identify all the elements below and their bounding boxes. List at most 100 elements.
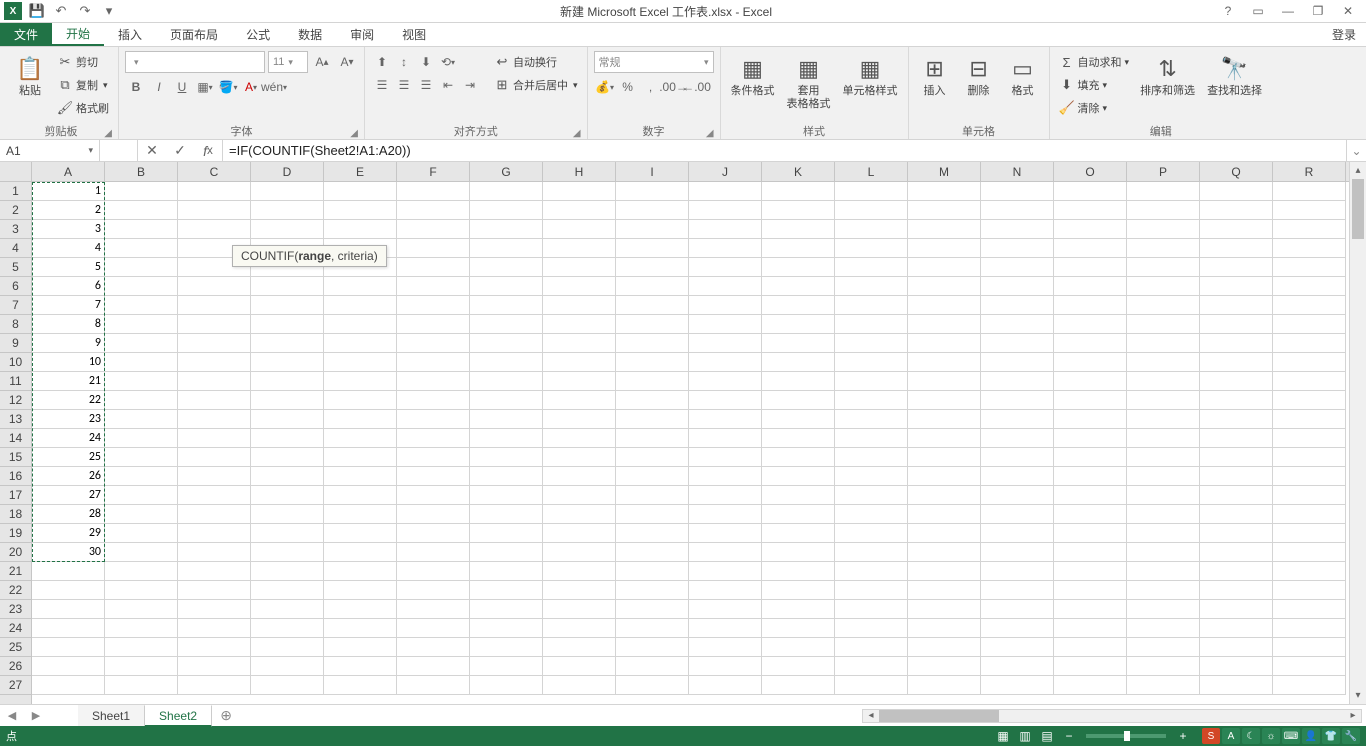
restore-button[interactable]: ❐: [1304, 1, 1332, 21]
cell[interactable]: [32, 581, 105, 600]
cell[interactable]: [105, 429, 178, 448]
cell[interactable]: [1200, 657, 1273, 676]
row-header[interactable]: 4: [0, 239, 31, 258]
cell[interactable]: [105, 239, 178, 258]
cell[interactable]: [397, 524, 470, 543]
cell[interactable]: [835, 505, 908, 524]
cell[interactable]: [470, 676, 543, 695]
ime-chip[interactable]: ☼: [1262, 728, 1280, 744]
column-header-L[interactable]: L: [835, 162, 908, 181]
cell[interactable]: [762, 543, 835, 562]
cell[interactable]: [32, 600, 105, 619]
cell[interactable]: [908, 505, 981, 524]
cell[interactable]: [762, 239, 835, 258]
cell[interactable]: [1200, 676, 1273, 695]
cell[interactable]: [762, 334, 835, 353]
cell[interactable]: [105, 220, 178, 239]
cell[interactable]: [908, 581, 981, 600]
column-header-A[interactable]: A: [32, 162, 105, 181]
cell[interactable]: [251, 505, 324, 524]
cell[interactable]: [397, 581, 470, 600]
cell[interactable]: [543, 239, 616, 258]
cell[interactable]: [251, 448, 324, 467]
cell[interactable]: [1127, 543, 1200, 562]
cell[interactable]: [762, 410, 835, 429]
sheet-nav-next[interactable]: ▶: [24, 705, 48, 726]
cell[interactable]: [1054, 372, 1127, 391]
cell[interactable]: [470, 600, 543, 619]
cell[interactable]: [324, 467, 397, 486]
row-header[interactable]: 15: [0, 448, 31, 467]
cell[interactable]: [105, 353, 178, 372]
cell[interactable]: [835, 562, 908, 581]
cell[interactable]: [1127, 353, 1200, 372]
cell[interactable]: [470, 201, 543, 220]
cell[interactable]: [981, 410, 1054, 429]
cell[interactable]: [1200, 619, 1273, 638]
cell[interactable]: [981, 334, 1054, 353]
cell[interactable]: 7: [32, 296, 105, 315]
cell[interactable]: [543, 543, 616, 562]
cell[interactable]: [1200, 258, 1273, 277]
cell[interactable]: [1273, 467, 1346, 486]
row-header[interactable]: 6: [0, 277, 31, 296]
cell[interactable]: [1200, 486, 1273, 505]
cell[interactable]: [981, 657, 1054, 676]
cell[interactable]: [835, 676, 908, 695]
cell[interactable]: [616, 372, 689, 391]
cell[interactable]: [689, 467, 762, 486]
cell[interactable]: [324, 410, 397, 429]
cell[interactable]: [689, 239, 762, 258]
cell[interactable]: [981, 524, 1054, 543]
cell[interactable]: [1127, 391, 1200, 410]
cell[interactable]: [397, 220, 470, 239]
cell[interactable]: [689, 353, 762, 372]
cell[interactable]: [105, 448, 178, 467]
cell[interactable]: [1200, 448, 1273, 467]
cell[interactable]: [105, 524, 178, 543]
cell[interactable]: [835, 220, 908, 239]
cell[interactable]: 10: [32, 353, 105, 372]
tab-insert[interactable]: 插入: [104, 23, 156, 46]
cell[interactable]: [689, 676, 762, 695]
cell[interactable]: [981, 676, 1054, 695]
cell[interactable]: [616, 467, 689, 486]
row-header[interactable]: 25: [0, 638, 31, 657]
cell[interactable]: [908, 429, 981, 448]
cell[interactable]: [470, 581, 543, 600]
cell[interactable]: [397, 486, 470, 505]
autosum-button[interactable]: Σ自动求和▾: [1056, 51, 1133, 73]
cell[interactable]: [616, 182, 689, 201]
sheet-tab-sheet1[interactable]: Sheet1: [78, 705, 145, 726]
cell[interactable]: [981, 486, 1054, 505]
cell[interactable]: [1200, 543, 1273, 562]
font-color-button[interactable]: A▾: [240, 76, 262, 98]
cell[interactable]: [616, 543, 689, 562]
cell[interactable]: [1054, 353, 1127, 372]
cell[interactable]: [835, 600, 908, 619]
cell[interactable]: [1054, 543, 1127, 562]
cell[interactable]: 24: [32, 429, 105, 448]
underline-button[interactable]: U: [171, 76, 193, 98]
cell[interactable]: [689, 220, 762, 239]
cell[interactable]: [32, 638, 105, 657]
cell[interactable]: [689, 391, 762, 410]
cell[interactable]: [616, 334, 689, 353]
cell[interactable]: [689, 372, 762, 391]
cell[interactable]: [105, 410, 178, 429]
cell[interactable]: [616, 277, 689, 296]
cell[interactable]: [397, 201, 470, 220]
cell[interactable]: [397, 448, 470, 467]
cell[interactable]: [1127, 486, 1200, 505]
cell[interactable]: [105, 600, 178, 619]
cell[interactable]: [1273, 448, 1346, 467]
cell[interactable]: [981, 391, 1054, 410]
cell[interactable]: [105, 277, 178, 296]
clipboard-launcher-icon[interactable]: ◢: [104, 128, 112, 139]
cell[interactable]: [981, 429, 1054, 448]
row-header[interactable]: 3: [0, 220, 31, 239]
cell[interactable]: [324, 543, 397, 562]
cell[interactable]: [1054, 410, 1127, 429]
cell[interactable]: [689, 410, 762, 429]
cell[interactable]: [397, 676, 470, 695]
